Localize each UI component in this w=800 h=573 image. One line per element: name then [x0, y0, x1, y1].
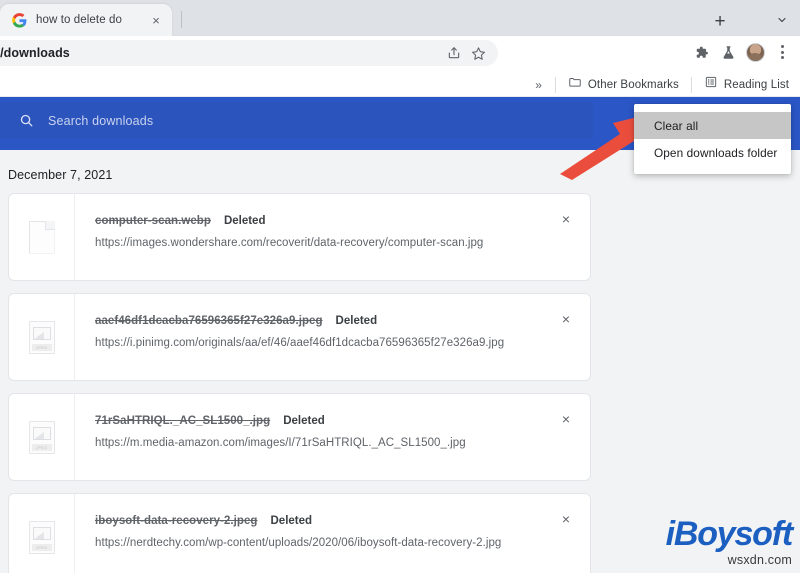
download-filename[interactable]: 71rSaHTRIQL._AC_SL1500_.jpg [95, 415, 270, 427]
reading-list-icon [704, 75, 718, 94]
browser-toolbar: me://downloads [0, 36, 800, 69]
download-title-row: iboysoft-data-recovery-2.jpeg Deleted [95, 515, 590, 527]
search-placeholder: Search downloads [48, 113, 154, 128]
folder-icon [568, 75, 582, 94]
download-item[interactable]: JPEG aaef46df1dcacba76596365f27e326a9.jp… [8, 293, 591, 381]
download-url[interactable]: https://m.media-amazon.com/images/I/71rS… [95, 437, 590, 449]
download-url[interactable]: https://images.wondershare.com/recoverit… [95, 237, 590, 249]
downloads-more-menu: Clear all Open downloads folder [634, 104, 791, 174]
downloads-list: computer-scan.webp Deleted https://image… [8, 193, 591, 573]
download-info: iboysoft-data-recovery-2.jpeg Deleted ht… [75, 494, 590, 573]
search-icon [16, 111, 36, 131]
profile-avatar[interactable] [743, 40, 767, 64]
kebab-menu-icon[interactable] [770, 40, 794, 64]
bookmarks-bar: » Other Bookmarks Reading List [0, 69, 800, 97]
star-icon[interactable] [468, 43, 488, 63]
jpeg-file-icon: JPEG [28, 420, 55, 454]
file-icon-cell: JPEG [9, 394, 75, 480]
flask-icon[interactable] [716, 40, 740, 64]
bookmark-item-reading-list[interactable]: Reading List [697, 72, 796, 97]
toolbar-actions [689, 40, 794, 64]
address-bar[interactable]: me://downloads [0, 40, 498, 66]
tab-divider [181, 11, 182, 28]
download-item[interactable]: JPEG iboysoft-data-recovery-2.jpeg Delet… [8, 493, 591, 573]
remove-download-icon[interactable]: × [555, 508, 577, 530]
bookmark-item-other-bookmarks[interactable]: Other Bookmarks [561, 72, 686, 97]
download-filename[interactable]: iboysoft-data-recovery-2.jpeg [95, 515, 258, 527]
download-info: 71rSaHTRIQL._AC_SL1500_.jpg Deleted http… [75, 394, 590, 480]
search-downloads-field[interactable]: Search downloads [0, 102, 593, 139]
download-item[interactable]: computer-scan.webp Deleted https://image… [8, 193, 591, 281]
tab-close-icon[interactable]: × [148, 12, 164, 28]
remove-download-icon[interactable]: × [555, 408, 577, 430]
download-item[interactable]: JPEG 71rSaHTRIQL._AC_SL1500_.jpg Deleted… [8, 393, 591, 481]
download-filename[interactable]: aaef46df1dcacba76596365f27e326a9.jpeg [95, 315, 323, 327]
download-url[interactable]: https://nerdtechy.com/wp-content/uploads… [95, 537, 590, 549]
download-url[interactable]: https://i.pinimg.com/originals/aa/ef/46/… [95, 337, 590, 349]
bookmarks-right-group: » Other Bookmarks Reading List [527, 72, 796, 97]
bookmark-item-partial[interactable] [0, 74, 14, 92]
download-status: Deleted [223, 215, 266, 227]
browser-window: how to delete do × + me://downloads [0, 0, 800, 573]
jpeg-file-icon: JPEG [28, 520, 55, 554]
download-title-row: computer-scan.webp Deleted [95, 215, 590, 227]
menu-item-open-downloads-folder[interactable]: Open downloads folder [634, 139, 791, 166]
browser-tab[interactable]: how to delete do × [0, 4, 172, 36]
file-icon-cell: JPEG [9, 294, 75, 380]
tab-strip: how to delete do × + [0, 0, 800, 36]
date-group-heading: December 7, 2021 [8, 168, 113, 182]
jpeg-file-icon: JPEG [28, 320, 55, 354]
avatar [745, 42, 765, 62]
bookmarks-overflow-icon[interactable]: » [527, 74, 550, 96]
bookmark-label: Other Bookmarks [587, 78, 679, 91]
extensions-puzzle-icon[interactable] [689, 40, 713, 64]
download-status: Deleted [335, 315, 378, 327]
chevron-down-icon[interactable] [771, 10, 793, 30]
download-info: computer-scan.webp Deleted https://image… [75, 194, 590, 280]
file-icon-cell [9, 194, 75, 280]
tab-title: how to delete do [36, 14, 122, 26]
download-title-row: 71rSaHTRIQL._AC_SL1500_.jpg Deleted [95, 415, 590, 427]
download-filename[interactable]: computer-scan.webp [95, 215, 211, 227]
download-status: Deleted [283, 415, 325, 427]
remove-download-icon[interactable]: × [555, 208, 577, 230]
generic-file-icon [28, 220, 55, 254]
bookmarks-divider-2 [690, 76, 692, 93]
address-bar-url: me://downloads [0, 46, 70, 60]
new-tab-button[interactable]: + [707, 8, 733, 34]
downloads-header-inner: Search downloads [0, 97, 593, 150]
kebab-dots [780, 45, 784, 59]
downloads-body: December 7, 2021 computer-scan.webp Dele… [0, 150, 800, 573]
download-status: Deleted [270, 515, 313, 527]
download-info: aaef46df1dcacba76596365f27e326a9.jpeg De… [75, 294, 590, 380]
remove-download-icon[interactable]: × [555, 308, 577, 330]
download-title-row: aaef46df1dcacba76596365f27e326a9.jpeg De… [95, 315, 590, 327]
google-favicon [12, 12, 27, 28]
share-icon[interactable] [444, 43, 464, 63]
menu-item-clear-all[interactable]: Clear all [634, 112, 791, 139]
bookmark-label: Reading List [723, 78, 789, 91]
bookmarks-divider [554, 76, 556, 93]
file-icon-cell: JPEG [9, 494, 75, 573]
